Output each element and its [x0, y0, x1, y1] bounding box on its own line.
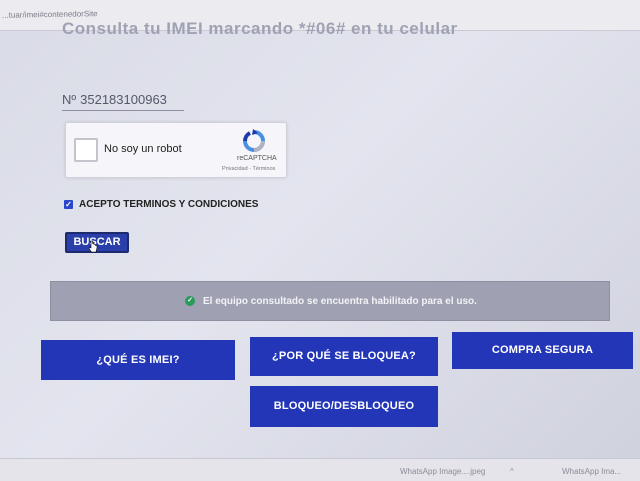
terms-label: ACEPTO TERMINOS Y CONDICIONES [79, 199, 259, 210]
imei-value: 352183100963 [80, 92, 167, 107]
recaptcha-checkbox[interactable] [74, 138, 98, 162]
terms-checkbox[interactable]: ✓ [64, 200, 73, 209]
taskbar-download-2[interactable]: WhatsApp Ima... [562, 467, 621, 476]
recaptcha-brand: reCAPTCHA [237, 155, 277, 162]
chevron-up-icon[interactable]: ^ [510, 467, 514, 476]
status-message: El equipo consultado se encuentra habili… [203, 295, 477, 307]
check-circle-icon: ✓ [185, 296, 195, 306]
recaptcha-label: No soy un robot [104, 143, 182, 155]
why-blocked-button[interactable]: ¿POR QUÉ SE BLOQUEA? [250, 337, 438, 376]
imei-input[interactable]: Nº 352183100963 [62, 92, 184, 111]
taskbar: WhatsApp Image....jpeg ^ WhatsApp Ima... [0, 458, 640, 481]
hand-cursor-icon [88, 240, 98, 253]
what-is-imei-button[interactable]: ¿QUÉ ES IMEI? [41, 340, 235, 380]
imei-prefix: Nº [62, 92, 77, 107]
block-unblock-button[interactable]: BLOQUEO/DESBLOQUEO [250, 386, 438, 427]
terms-checkbox-row[interactable]: ✓ ACEPTO TERMINOS Y CONDICIONES [64, 199, 258, 210]
page-heading: Consulta tu IMEI marcando *#06# en tu ce… [62, 22, 458, 38]
recaptcha-links[interactable]: Privacidad - Términos [222, 166, 275, 172]
recaptcha-widget: No soy un robot reCAPTCHA Privacidad - T… [65, 122, 287, 178]
status-alert: ✓ El equipo consultado se encuentra habi… [50, 281, 610, 321]
taskbar-download-1[interactable]: WhatsApp Image....jpeg [400, 467, 485, 476]
safe-purchase-button[interactable]: COMPRA SEGURA [452, 332, 633, 369]
recaptcha-logo-icon [243, 129, 265, 152]
